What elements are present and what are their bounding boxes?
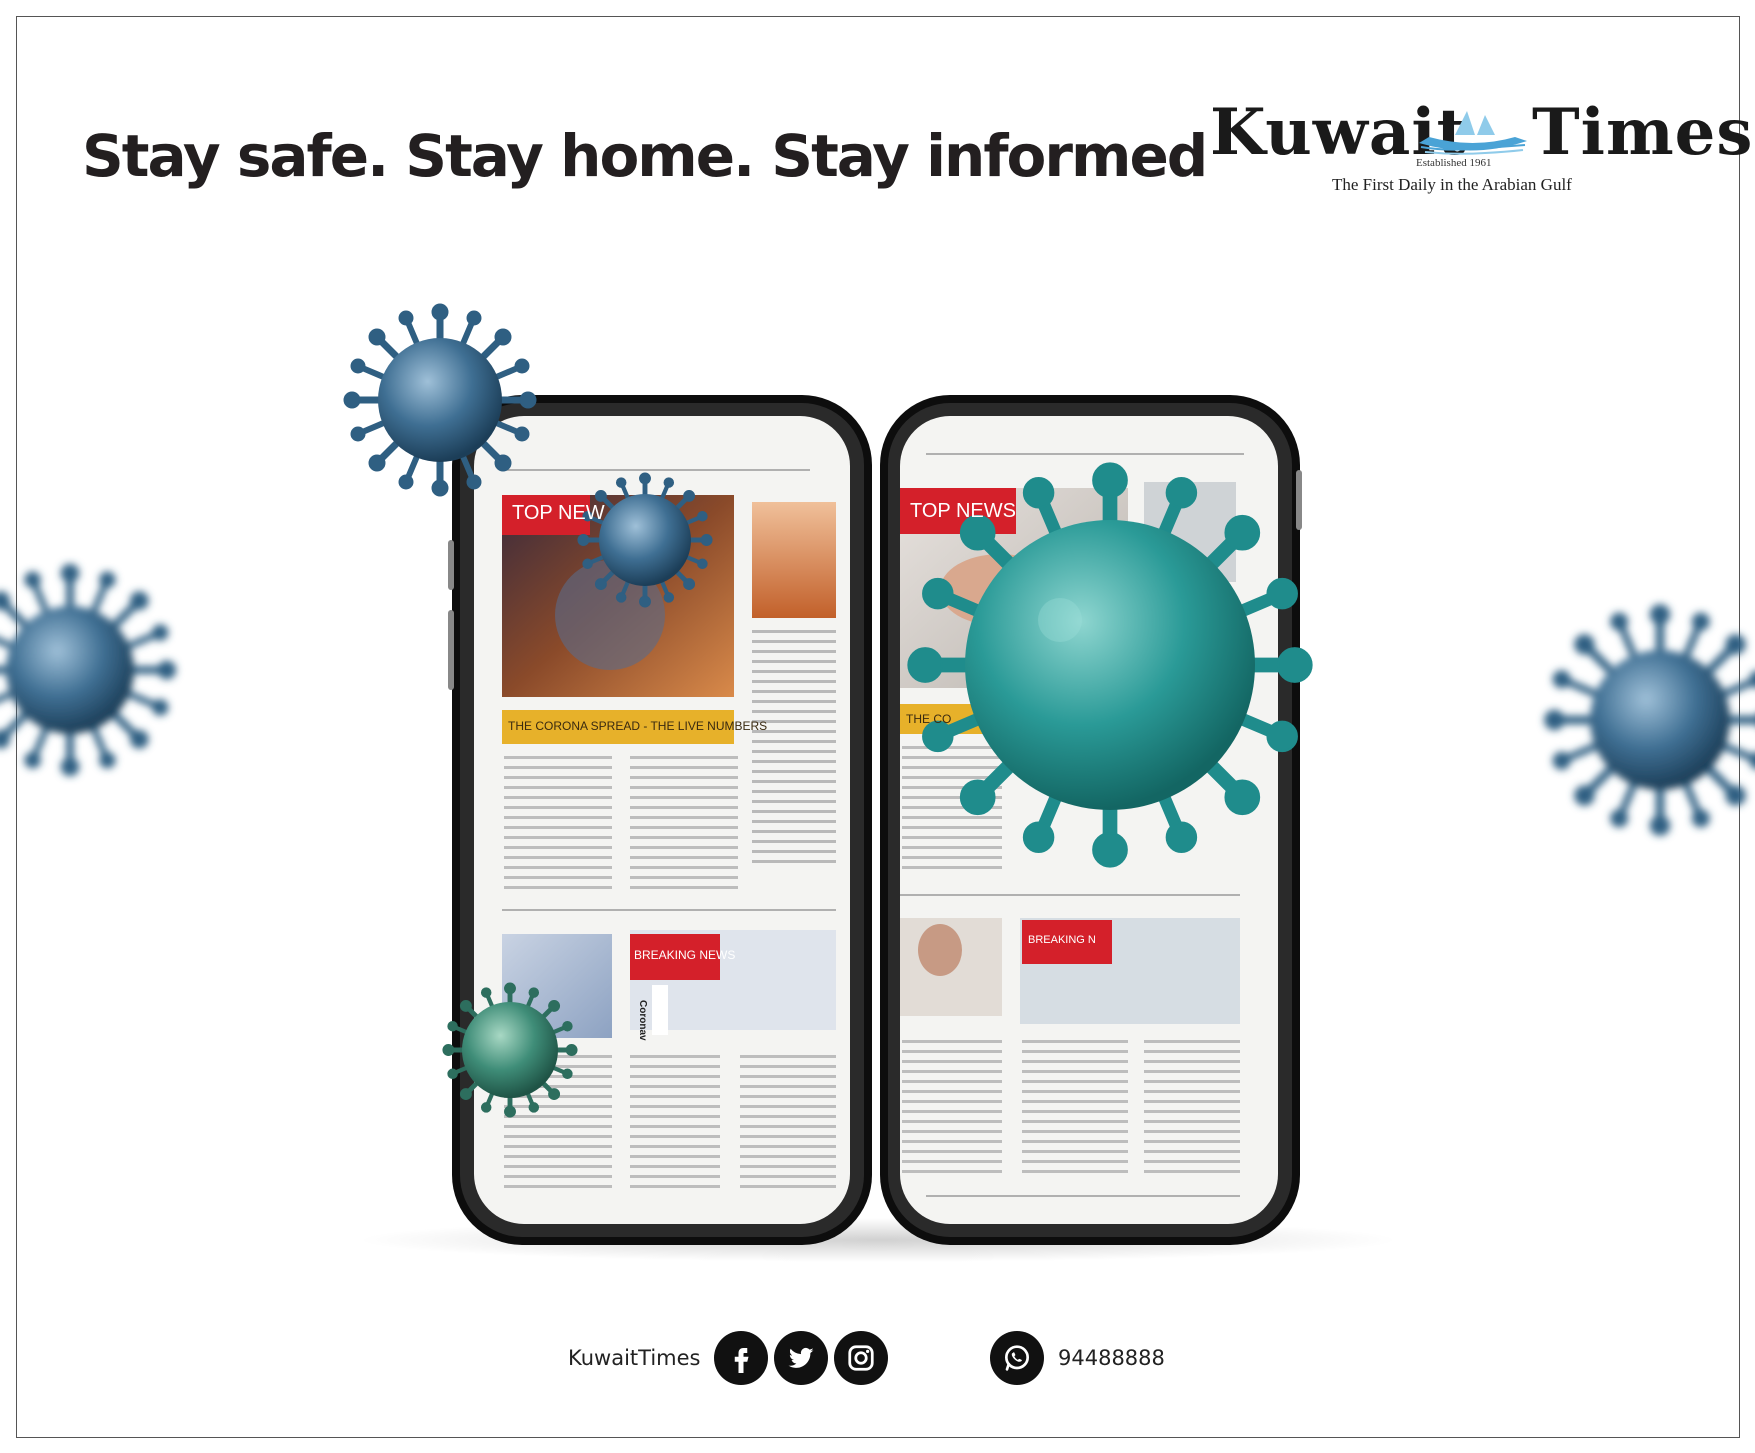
whatsapp-number: 94488888	[1058, 1346, 1165, 1370]
virus-icon	[443, 983, 577, 1117]
virus-icon	[1545, 605, 1755, 835]
whatsapp-icon[interactable]	[990, 1331, 1044, 1385]
right-banner-text: THE CO	[906, 712, 952, 726]
twitter-icon[interactable]	[774, 1331, 829, 1385]
social-handle: KuwaitTimes	[568, 1346, 701, 1370]
left-side-caption: Coronav	[637, 1000, 648, 1041]
social-footer: KuwaitTimes	[568, 1328, 894, 1388]
whatsapp-contact: 94488888	[990, 1328, 1165, 1388]
facebook-icon[interactable]	[714, 1331, 769, 1385]
left-top-news-label: TOP NEW	[512, 502, 605, 524]
virus-icon	[578, 473, 712, 607]
virus-icon	[344, 304, 536, 496]
left-breaking-label: BREAKING NEWS	[634, 948, 736, 962]
right-breaking-label: BREAKING N	[1028, 934, 1096, 946]
virus-icon	[0, 564, 176, 775]
left-banner-text: THE CORONA SPREAD - THE LIVE NUMBERS	[508, 719, 768, 733]
illustration	[0, 0, 1755, 1262]
virus-icon	[908, 463, 1311, 866]
right-top-news-label: TOP NEWS	[910, 500, 1016, 522]
instagram-icon[interactable]	[834, 1331, 889, 1385]
